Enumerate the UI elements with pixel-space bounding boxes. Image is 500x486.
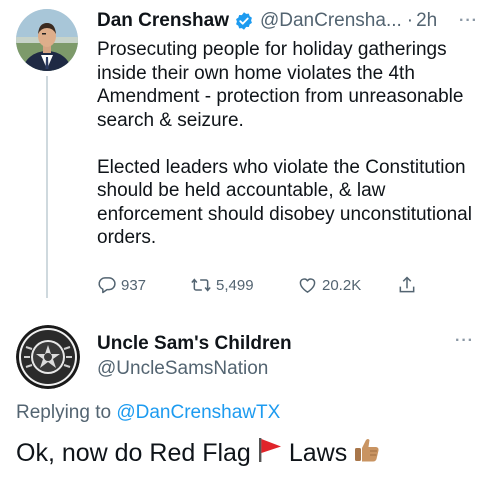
like-count: 20.2K <box>322 276 362 294</box>
reply-author-avatar[interactable] <box>16 325 80 389</box>
retweet-count: 5,499 <box>216 276 254 294</box>
tweet-paragraph-1: Prosecuting people for holiday gathering… <box>97 39 464 131</box>
tweet-actions: 937 5,499 20.2K <box>97 272 427 298</box>
share-icon <box>397 274 417 296</box>
reply-more-options-button[interactable]: ··· <box>455 332 474 350</box>
red-flag-icon <box>257 436 283 471</box>
separator-dot: · <box>406 10 414 31</box>
replying-to-line: Replying to @DanCrenshawTX <box>16 402 280 424</box>
reply-author-name[interactable]: Uncle Sam's Children <box>97 333 292 355</box>
seal-logo <box>16 325 80 389</box>
replying-to-mention[interactable]: @DanCrenshawTX <box>116 402 280 423</box>
tweet-time[interactable]: 2h <box>416 10 437 32</box>
reply-text-end: Laws <box>288 439 348 467</box>
share-button[interactable] <box>397 272 417 298</box>
thread-connector-line <box>46 76 48 298</box>
reply-text: Ok, now do Red Flag Laws <box>16 436 387 471</box>
verified-badge-icon <box>234 11 254 31</box>
author-name[interactable]: Dan Crenshaw <box>97 10 229 32</box>
reply-icon <box>97 275 117 295</box>
tweet-header: Dan Crenshaw @DanCrensha... · 2h ··· <box>97 8 492 34</box>
like-icon <box>297 275 318 295</box>
author-avatar[interactable] <box>16 9 78 71</box>
tweet-paragraph-2: Elected leaders who violate the Constitu… <box>97 156 472 249</box>
tweet-thread: Dan Crenshaw @DanCrensha... · 2h ··· Pro… <box>0 0 500 486</box>
avatar-photo <box>16 9 78 71</box>
reply-count: 937 <box>121 276 147 294</box>
retweet-icon <box>190 275 212 295</box>
replying-to-label: Replying to <box>16 402 112 423</box>
tweet-text: Prosecuting people for holiday gathering… <box>97 38 492 250</box>
retweet-button[interactable]: 5,499 <box>190 272 254 298</box>
reply-text-start: Ok, now do Red Flag <box>16 439 251 467</box>
more-options-button[interactable]: ··· <box>459 12 478 30</box>
thumbs-up-icon <box>353 436 381 471</box>
reply-button[interactable]: 937 <box>97 272 146 298</box>
author-handle[interactable]: @DanCrensha... <box>260 10 402 32</box>
like-button[interactable]: 20.2K <box>297 272 361 298</box>
reply-author-handle[interactable]: @UncleSamsNation <box>97 358 268 380</box>
